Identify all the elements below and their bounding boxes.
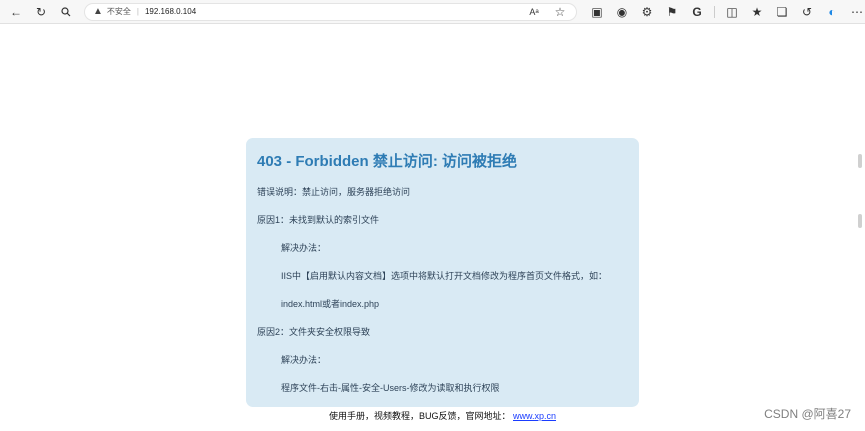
screen-cast-icon[interactable]: ▣	[589, 4, 605, 20]
search-icon[interactable]	[58, 4, 74, 20]
url-text[interactable]: 192.168.0.104	[145, 7, 196, 16]
reason-1: 原因1：未找到默认的索引文件	[257, 215, 380, 225]
extension-g-icon[interactable]: G	[689, 4, 705, 20]
website-link[interactable]: www.xp.cn	[513, 411, 556, 421]
warning-icon[interactable]: ▲	[93, 6, 103, 17]
split-screen-icon[interactable]: ◫	[724, 4, 740, 20]
solution-label-1: 解决办法：	[281, 243, 327, 253]
back-arrow-icon[interactable]: ←	[8, 4, 24, 20]
edge-app-icon[interactable]: ◐	[824, 4, 840, 20]
address-bar[interactable]: ▲ 不安全 | 192.168.0.104 Aᵃ ☆	[84, 2, 577, 21]
browser-toolbar: ← ↻ ▲ 不安全 | 192.168.0.104 Aᵃ ☆ ▣ ◉ ⚙ ⚑ G…	[0, 0, 865, 24]
footer-text: 使用手册，视频教程，BUG反馈，官网地址：	[328, 411, 511, 421]
extension-circle-icon[interactable]: ◉	[614, 4, 630, 20]
reason-2: 原因2：文件夹安全权限导致	[257, 327, 371, 337]
solution-2-text: 程序文件-右击-属性-安全-Users-修改为读取和执行权限	[281, 383, 500, 393]
extension-gear-icon[interactable]: ⚙	[639, 4, 655, 20]
solution-label-2: 解决办法：	[281, 355, 327, 365]
page-title: 403 - Forbidden 禁止访问: 访问被拒绝	[257, 153, 518, 170]
solution-1-text: IIS中【启用默认内容文档】选项中将默认打开文档修改为程序首页文件格式，如：	[281, 271, 608, 281]
history-icon[interactable]: ↺	[799, 4, 815, 20]
side-handle[interactable]	[858, 154, 862, 168]
address-divider: |	[136, 7, 139, 16]
collections-icon[interactable]: ❏	[774, 4, 790, 20]
error-card: 403 - Forbidden 禁止访问: 访问被拒绝 错误说明：禁止访问，服务…	[246, 138, 639, 421]
refresh-icon[interactable]: ↻	[33, 4, 49, 20]
read-aloud-icon[interactable]: Aᵃ	[526, 4, 542, 20]
footer: 使用手册，视频教程，BUG反馈，官网地址： www.xp.cn	[257, 409, 628, 422]
favorite-star-icon[interactable]: ☆	[552, 4, 568, 20]
address-actions: Aᵃ ☆	[526, 4, 568, 20]
security-status[interactable]: 不安全	[107, 6, 131, 17]
extension-flag-icon[interactable]: ⚑	[664, 4, 680, 20]
nav-buttons: ← ↻	[0, 4, 74, 20]
watermark: CSDN @阿喜27	[764, 407, 851, 421]
toolbar-divider	[714, 5, 715, 18]
solution-1-example: index.html或者index.php	[281, 299, 380, 309]
side-handle-2[interactable]	[858, 214, 862, 228]
error-description: 错误说明：禁止访问，服务器拒绝访问	[257, 187, 411, 197]
extension-bar: ▣ ◉ ⚙ ⚑ G ◫ ★ ❏ ↺ ◐ ⋯	[589, 4, 865, 20]
favorites-icon[interactable]: ★	[749, 4, 765, 20]
more-menu-icon[interactable]: ⋯	[849, 4, 865, 20]
